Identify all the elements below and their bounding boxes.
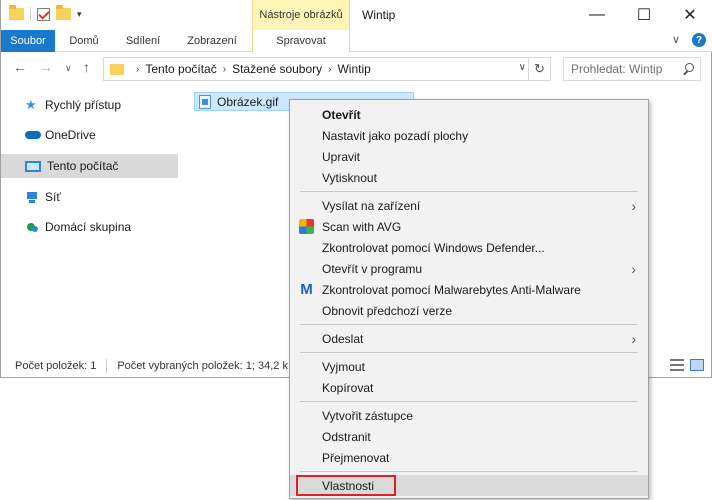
tab-share[interactable]: Sdílení [115, 30, 171, 52]
search-input[interactable]: Prohledat: Wintip [563, 57, 701, 81]
title-bar: ▾ Nástroje obrázků Wintip — ☐ ✕ [1, 0, 712, 30]
menu-item-label: Zkontrolovat pomocí Malwarebytes Anti-Ma… [322, 282, 581, 297]
selected-count: Počet vybraných položek: 1; 34,2 k [117, 360, 288, 372]
homegroup-icon [25, 220, 39, 234]
navigation-pane: ★ Rychlý přístup OneDrive Tento počítač … [1, 88, 179, 348]
navigation-bar: ← → ∨ ↑ › Tento počítač › Stažené soubor… [1, 53, 712, 85]
nav-item-label: Rychlý přístup [45, 98, 122, 112]
ribbon-tabs: Soubor Domů Sdílení Zobrazení Spravovat … [1, 30, 712, 52]
computer-icon [25, 160, 41, 172]
menu-item-label: Vysílat na zařízení [322, 198, 421, 213]
menu-item-label: Odeslat [322, 331, 364, 346]
breadcrumb-wintip[interactable]: Wintip [337, 62, 370, 76]
nav-item-homegroup[interactable]: Domácí skupina [1, 215, 178, 239]
menu-separator [300, 352, 638, 353]
menu-item-scan-avg[interactable]: Scan with AVG [290, 216, 648, 237]
minimize-button[interactable]: — [574, 0, 620, 30]
picture-tools-header: Nástroje obrázků [252, 0, 350, 30]
properties-icon[interactable] [37, 7, 50, 21]
close-button[interactable]: ✕ [667, 0, 712, 30]
breadcrumb-this-pc[interactable]: Tento počítač [145, 62, 216, 76]
menu-item-scan-defender[interactable]: Zkontrolovat pomocí Windows Defender... [290, 237, 648, 258]
search-placeholder: Prohledat: Wintip [571, 62, 663, 76]
recent-locations-icon[interactable]: ∨ [65, 63, 72, 74]
menu-item-restore-versions[interactable]: Obnovit předchozí verze [290, 300, 648, 321]
tab-view[interactable]: Zobrazení [177, 30, 247, 52]
folder-icon[interactable] [9, 5, 24, 20]
menu-separator [300, 324, 638, 325]
forward-arrow-icon[interactable]: → [39, 59, 53, 75]
menu-item-print[interactable]: Vytisknout [290, 167, 648, 188]
malwarebytes-icon: M [300, 281, 313, 298]
highlight-box [296, 475, 396, 496]
nav-item-label: OneDrive [45, 128, 96, 142]
nav-item-onedrive[interactable]: OneDrive [1, 123, 178, 147]
nav-item-label: Síť [45, 190, 61, 204]
cloud-icon [25, 128, 41, 142]
folder-icon [110, 63, 124, 75]
menu-item-cut[interactable]: Vyjmout [290, 356, 648, 377]
chevron-right-icon: › [631, 198, 636, 214]
customize-toolbar-icon[interactable]: ▾ [77, 9, 82, 20]
menu-item-label: Otevřít v programu [322, 261, 423, 276]
menu-separator [300, 471, 638, 472]
chevron-right-icon[interactable]: › [136, 64, 139, 75]
menu-item-rename[interactable]: Přejmenovat [290, 447, 648, 468]
menu-item-send-to[interactable]: Odeslat › [290, 328, 648, 349]
menu-item-open[interactable]: Otevřít [290, 104, 648, 125]
tab-home[interactable]: Domů [57, 30, 111, 52]
window-title: Wintip [362, 8, 396, 22]
chevron-right-icon[interactable]: › [328, 64, 331, 75]
chevron-right-icon: › [631, 261, 636, 277]
menu-item-scan-malwarebytes[interactable]: M Zkontrolovat pomocí Malwarebytes Anti-… [290, 279, 648, 300]
up-arrow-icon[interactable]: ↑ [83, 59, 90, 75]
address-bar[interactable]: › Tento počítač › Stažené soubory › Wint… [103, 57, 551, 81]
context-menu: Otevřít Nastavit jako pozadí plochy Upra… [289, 99, 649, 499]
new-folder-icon[interactable] [56, 5, 71, 20]
tab-file[interactable]: Soubor [1, 30, 55, 52]
large-icons-view-icon[interactable] [690, 359, 704, 371]
details-view-icon[interactable] [670, 359, 684, 371]
menu-separator [300, 401, 638, 402]
quick-access-toolbar: ▾ [9, 5, 82, 21]
search-icon[interactable] [683, 63, 694, 74]
avg-icon [299, 219, 314, 234]
nav-item-label: Tento počítač [47, 159, 119, 173]
item-count: Počet položek: 1 [15, 360, 97, 372]
ribbon-controls: ∨ ? [672, 33, 706, 47]
nav-item-network[interactable]: Síť [1, 185, 178, 209]
refresh-icon[interactable]: ↻ [528, 58, 550, 80]
view-switcher [670, 359, 704, 371]
back-arrow-icon[interactable]: ← [13, 59, 27, 75]
nav-item-label: Domácí skupina [45, 220, 132, 234]
menu-separator [300, 191, 638, 192]
file-name: Obrázek.gif [217, 94, 279, 109]
menu-item-copy[interactable]: Kopírovat [290, 377, 648, 398]
chevron-right-icon: › [631, 331, 636, 347]
separator [30, 7, 31, 21]
menu-item-set-desktop-background[interactable]: Nastavit jako pozadí plochy [290, 125, 648, 146]
menu-item-properties[interactable]: Vlastnosti [290, 475, 648, 496]
tab-manage[interactable]: Spravovat [252, 30, 350, 52]
expand-ribbon-icon[interactable]: ∨ [672, 33, 680, 47]
menu-item-open-with[interactable]: Otevřít v programu › [290, 258, 648, 279]
menu-item-cast-to-device[interactable]: Vysílat na zařízení › [290, 195, 648, 216]
image-file-icon [199, 94, 211, 109]
chevron-right-icon[interactable]: › [223, 64, 226, 75]
menu-item-edit[interactable]: Upravit [290, 146, 648, 167]
separator [106, 359, 108, 373]
breadcrumb-downloads[interactable]: Stažené soubory [232, 62, 322, 76]
menu-item-delete[interactable]: Odstranit [290, 426, 648, 447]
nav-item-quick-access[interactable]: ★ Rychlý přístup [1, 93, 178, 117]
address-history-icon[interactable]: ∨ [519, 62, 526, 73]
network-icon [25, 191, 39, 203]
help-icon[interactable]: ? [692, 33, 706, 47]
star-icon: ★ [25, 97, 37, 112]
maximize-button[interactable]: ☐ [621, 0, 667, 30]
menu-item-label: Scan with AVG [322, 219, 402, 234]
nav-item-this-pc[interactable]: Tento počítač [1, 154, 178, 178]
menu-item-create-shortcut[interactable]: Vytvořit zástupce [290, 405, 648, 426]
